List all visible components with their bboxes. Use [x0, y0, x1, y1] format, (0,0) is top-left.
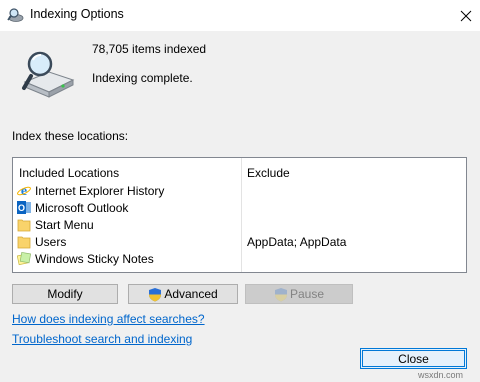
drive-magnifier-icon	[22, 51, 75, 98]
close-button[interactable]: Close	[360, 348, 467, 369]
troubleshoot-link[interactable]: Troubleshoot search and indexing	[12, 332, 192, 346]
folder-icon	[17, 219, 31, 232]
location-row[interactable]: e Internet Explorer History	[17, 183, 462, 199]
outlook-icon: O	[17, 201, 31, 214]
location-exclude: AppData; AppData	[247, 235, 347, 249]
window-title: Indexing Options	[30, 7, 124, 21]
svg-text:e: e	[21, 184, 27, 198]
pause-button[interactable]: Pause	[245, 284, 353, 304]
location-name: Users	[35, 235, 67, 249]
location-name: Microsoft Outlook	[35, 201, 129, 215]
internet-explorer-icon: e	[17, 184, 31, 198]
location-row[interactable]: O Microsoft Outlook	[17, 200, 462, 216]
locations-list[interactable]: Included Locations Exclude e Internet Ex…	[12, 157, 467, 273]
close-button-label: Close	[398, 351, 429, 366]
location-row[interactable]: Start Menu	[17, 217, 462, 233]
uac-shield-icon	[274, 287, 287, 301]
items-indexed-count: 78,705 items indexed	[92, 42, 207, 56]
exclude-header[interactable]: Exclude	[247, 166, 290, 180]
sticky-notes-icon	[17, 251, 31, 266]
advanced-button[interactable]: Advanced	[128, 284, 238, 304]
how-indexing-affects-searches-link[interactable]: How does indexing affect searches?	[12, 312, 205, 326]
modify-button[interactable]: Modify	[12, 284, 118, 304]
location-row[interactable]: Users AppData; AppData	[17, 234, 462, 250]
location-name: Windows Sticky Notes	[35, 252, 154, 266]
watermark: wsxdn.com	[418, 370, 464, 380]
location-name: Start Menu	[35, 218, 94, 232]
advanced-button-label: Advanced	[164, 287, 218, 301]
location-row[interactable]: Windows Sticky Notes	[17, 251, 462, 267]
window-close-button[interactable]	[451, 0, 480, 31]
pause-button-label: Pause	[289, 287, 325, 301]
title-bar: Indexing Options	[0, 0, 480, 31]
folder-icon	[17, 236, 31, 249]
close-icon	[460, 10, 471, 21]
location-name: Internet Explorer History	[35, 184, 165, 198]
locations-label: Index these locations:	[12, 129, 129, 143]
svg-text:O: O	[18, 203, 25, 213]
uac-shield-icon	[149, 287, 162, 301]
included-locations-header[interactable]: Included Locations	[19, 166, 119, 180]
indexing-options-icon	[7, 8, 24, 22]
indexing-status: Indexing complete.	[92, 71, 193, 85]
